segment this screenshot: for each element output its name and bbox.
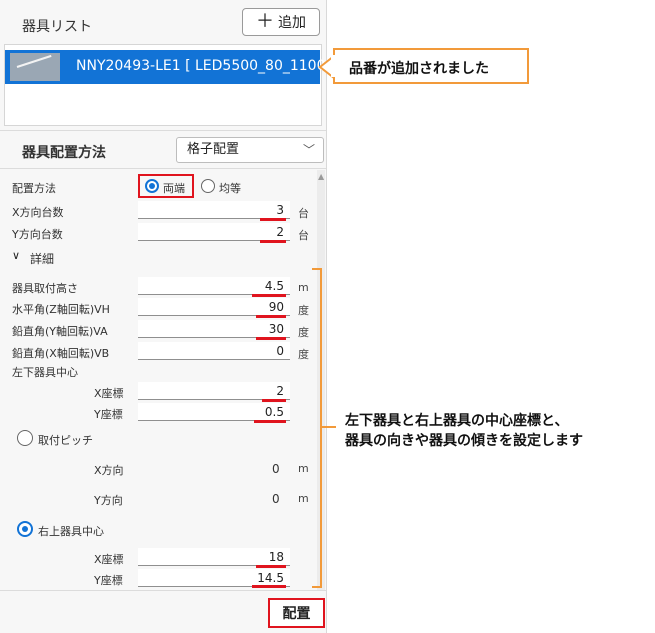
y-count-unit: 台 bbox=[298, 229, 309, 242]
pitch-y-label: Y方向 bbox=[94, 494, 123, 507]
height-input[interactable]: 4.5 bbox=[138, 277, 290, 295]
coord-note-line1: 左下器具と右上器具の中心座標と、 bbox=[345, 413, 569, 429]
detail-toggle-label[interactable]: 詳細 bbox=[30, 250, 54, 267]
placement-method-value: 格子配置 bbox=[187, 142, 240, 157]
vb-unit: 度 bbox=[298, 348, 309, 361]
pitch-y-unit: m bbox=[298, 492, 309, 505]
y-count-label: Y方向台数 bbox=[12, 228, 63, 241]
highlight-underline bbox=[260, 218, 286, 221]
radio-both-ends-label: 両端 bbox=[163, 182, 185, 195]
x-count-unit: 台 bbox=[298, 207, 309, 220]
vb-label: 鉛直角(X軸回転)VB bbox=[12, 347, 110, 360]
callout-bracket bbox=[312, 268, 322, 588]
pitch-x-unit: m bbox=[298, 462, 309, 475]
highlight-underline bbox=[256, 315, 286, 318]
divider bbox=[0, 590, 326, 591]
highlight-underline bbox=[252, 585, 286, 588]
pitch-x-label: X方向 bbox=[94, 464, 124, 477]
highlight-underline bbox=[262, 399, 286, 402]
divider bbox=[0, 168, 326, 169]
pitch-label: 取付ピッチ bbox=[38, 434, 93, 447]
vh-unit: 度 bbox=[298, 304, 309, 317]
ll-y-label: Y座標 bbox=[94, 408, 123, 421]
divider bbox=[0, 130, 326, 131]
lower-left-label: 左下器具中心 bbox=[12, 366, 78, 379]
chevron-down-icon[interactable]: ∨ bbox=[12, 249, 20, 262]
coord-note-line2: 器具の向きや器具の傾きを設定します bbox=[345, 433, 583, 449]
placement-type-label: 配置方法 bbox=[12, 182, 56, 195]
va-unit: 度 bbox=[298, 326, 309, 339]
ll-y-input[interactable]: 0.5 bbox=[138, 403, 290, 421]
highlight-underline bbox=[254, 420, 286, 423]
chevron-down-icon: ﹀ bbox=[302, 143, 315, 157]
radio-pitch[interactable] bbox=[17, 430, 33, 446]
callout-joint bbox=[331, 55, 337, 77]
pitch-x-value: 0 bbox=[272, 462, 280, 476]
plus-icon: ＋ bbox=[256, 11, 274, 32]
va-label: 鉛直角(Y軸回転)VA bbox=[12, 325, 108, 338]
upper-right-label: 右上器具中心 bbox=[38, 525, 104, 538]
pitch-y-value: 0 bbox=[272, 492, 280, 506]
vh-label: 水平角(Z軸回転)VH bbox=[12, 303, 110, 316]
list-item-label: NNY20493-LE1 [ LED5500_80_1100*1 bbox=[76, 58, 342, 74]
highlight-underline bbox=[256, 337, 286, 340]
va-input[interactable]: 30 bbox=[138, 320, 290, 338]
highlight-underline bbox=[260, 240, 286, 243]
ll-x-input[interactable]: 2 bbox=[138, 382, 290, 400]
scroll-up-icon[interactable]: ▲ bbox=[318, 172, 324, 181]
radio-equal-label: 均等 bbox=[219, 182, 241, 195]
ur-x-input[interactable]: 18 bbox=[138, 548, 290, 566]
place-button[interactable]: 配置 bbox=[268, 598, 325, 628]
add-button-label: 追加 bbox=[278, 15, 306, 31]
radio-upper-right[interactable] bbox=[17, 521, 33, 537]
x-count-input[interactable]: 3 bbox=[138, 201, 290, 219]
x-count-label: X方向台数 bbox=[12, 206, 64, 219]
height-label: 器具取付高さ bbox=[12, 282, 78, 295]
coord-note: 左下器具と右上器具の中心座標と、 器具の向きや器具の傾きを設定します bbox=[345, 411, 583, 451]
highlight-underline bbox=[256, 565, 286, 568]
radio-both-ends[interactable] bbox=[145, 179, 159, 193]
placement-method-label: 器具配置方法 bbox=[22, 145, 106, 161]
vh-input[interactable]: 90 bbox=[138, 298, 290, 316]
fixture-list-title: 器具リスト bbox=[22, 19, 92, 35]
placement-method-select[interactable]: 格子配置 ﹀ bbox=[176, 137, 324, 163]
ur-x-label: X座標 bbox=[94, 553, 124, 566]
added-note: 品番が追加されました bbox=[333, 48, 529, 84]
add-button[interactable]: ＋ 追加 bbox=[242, 8, 320, 36]
ur-y-label: Y座標 bbox=[94, 574, 123, 587]
highlight-underline bbox=[252, 294, 286, 297]
height-unit: m bbox=[298, 281, 309, 294]
ll-x-label: X座標 bbox=[94, 387, 124, 400]
radio-equal[interactable] bbox=[201, 179, 215, 193]
y-count-input[interactable]: 2 bbox=[138, 223, 290, 241]
vb-input[interactable]: 0 bbox=[138, 342, 290, 360]
callout-connector bbox=[322, 426, 336, 428]
